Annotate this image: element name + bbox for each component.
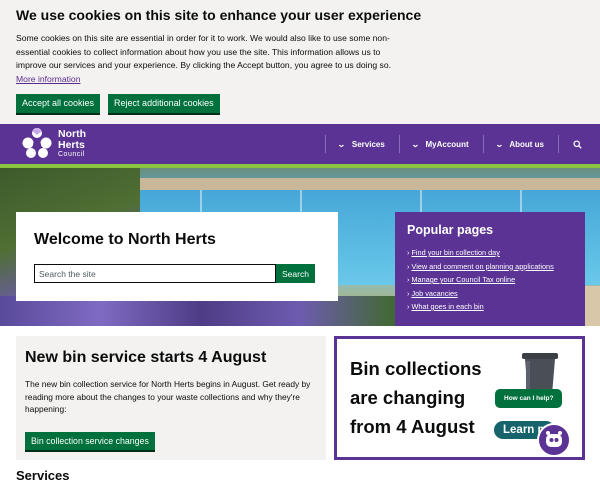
popular-link[interactable]: Job vacancies xyxy=(411,289,457,298)
chat-bubble: How can I help? xyxy=(495,389,563,408)
flower-logo-icon xyxy=(22,128,52,158)
search-button[interactable]: Search xyxy=(276,264,315,283)
cookie-title: We use cookies on this site to enhance y… xyxy=(16,7,422,23)
chevron-down-icon: ⌄ xyxy=(337,139,346,149)
welcome-panel: Welcome to North Herts Search xyxy=(16,212,338,301)
main-nav: ⌄ Services ⌄ MyAccount ⌄ About us xyxy=(325,124,582,164)
popular-link[interactable]: View and comment on planning application… xyxy=(411,262,553,271)
more-information-link[interactable]: More information xyxy=(16,74,80,84)
site-header: North Herts Council ⌄ Services ⌄ MyAccount… xyxy=(0,124,600,168)
site-logo[interactable]: North Herts Council xyxy=(20,128,86,160)
list-item: › Find your bin collection day xyxy=(407,248,500,257)
popular-pages-title: Popular pages xyxy=(407,223,494,237)
popular-link[interactable]: Manage your Council Tax online xyxy=(411,275,515,284)
popular-pages: Popular pages › Find your bin collection… xyxy=(395,212,585,326)
promo-text: Bin collections are changing from 4 Augu… xyxy=(350,358,482,437)
list-item: › View and comment on planning applicati… xyxy=(407,261,554,271)
search-input[interactable] xyxy=(34,264,276,283)
list-item: › Job vacancies xyxy=(407,288,458,298)
bin-news-panel: New bin service starts 4 August The new … xyxy=(16,336,326,460)
list-item: › Manage your Council Tax online xyxy=(407,275,516,284)
accept-cookies-button[interactable]: Accept all cookies xyxy=(16,94,101,113)
popular-links: › Find your bin collection day › View an… xyxy=(407,246,573,314)
bin-changes-button[interactable]: Bin collection service changes xyxy=(25,432,155,450)
list-item: › What goes in each bin xyxy=(407,302,484,311)
popular-link[interactable]: Find your bin collection day xyxy=(411,248,499,257)
popular-link[interactable]: What goes in each bin xyxy=(411,302,483,311)
chevron-down-icon: ⌄ xyxy=(494,139,504,149)
site-search: Search xyxy=(34,264,320,283)
chatbot-icon[interactable] xyxy=(537,423,571,457)
page-title: Welcome to North Herts xyxy=(34,231,216,248)
chevron-down-icon: ⌄ xyxy=(410,139,420,149)
nav-services[interactable]: ⌄ Services xyxy=(325,135,399,153)
cookie-banner: We use cookies on this site to enhance y… xyxy=(0,0,600,124)
nav-about-us[interactable]: ⌄ About us xyxy=(482,135,558,153)
cookie-body: Some cookies on this site are essential … xyxy=(16,33,391,84)
reject-cookies-button[interactable]: Reject additional cookies xyxy=(108,94,220,113)
bin-news-title: New bin service starts 4 August xyxy=(25,349,267,366)
logo-text: North Herts Council xyxy=(58,128,86,158)
nav-myaccount[interactable]: ⌄ MyAccount xyxy=(398,135,483,153)
bin-promo-banner[interactable]: Bin collections are changing from 4 Augu… xyxy=(334,336,585,460)
bin-news-body: The new bin collection service for North… xyxy=(25,379,311,414)
services-heading: Services xyxy=(16,468,70,480)
search-icon[interactable] xyxy=(558,135,582,153)
